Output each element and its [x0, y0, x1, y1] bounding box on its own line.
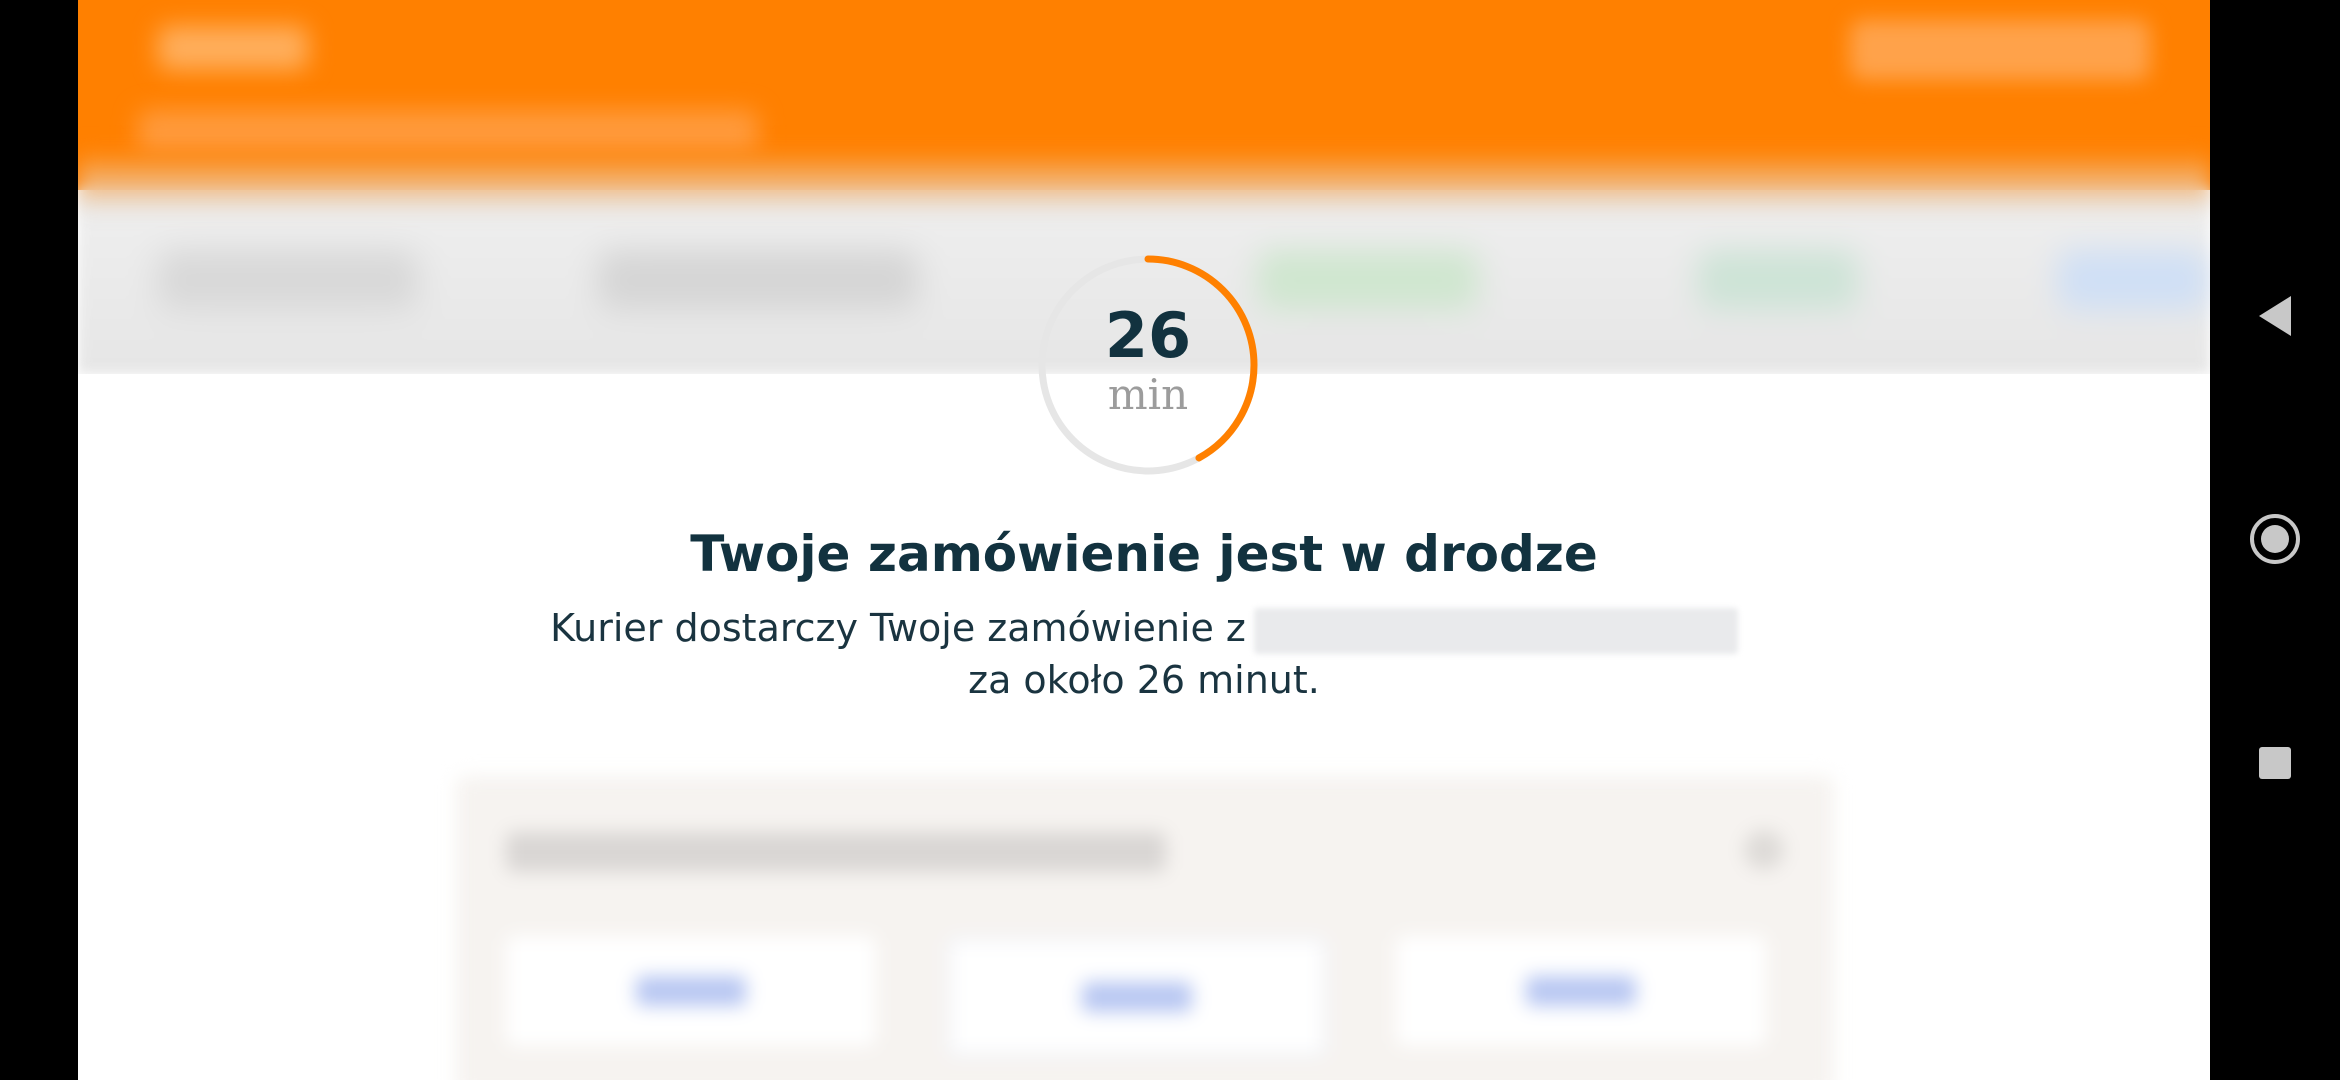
blurred-chip	[1698, 250, 1858, 310]
blur-fade	[78, 150, 2210, 210]
blurred-chip	[598, 250, 918, 310]
blurred-chip	[158, 250, 418, 310]
feedback-option-button[interactable]	[946, 936, 1328, 1058]
eta-timer: 26 min	[1036, 253, 1260, 477]
blurred-chip	[1258, 250, 1478, 310]
page-title: Twoje zamówienie jest w drodze	[690, 525, 1598, 583]
blurred-header-button	[1850, 20, 2150, 80]
screen: 26 min Twoje zamówienie jest w drodze Ku…	[0, 0, 2340, 1080]
order-tracking-page: 26 min Twoje zamówienie jest w drodze Ku…	[78, 0, 2210, 1080]
feedback-option-label	[636, 976, 746, 1006]
feedback-card-title	[506, 832, 1166, 872]
back-button[interactable]	[2210, 271, 2340, 361]
status-line-1: Kurier dostarczy Twoje zamówienie z	[78, 602, 2210, 654]
home-circle-icon	[2250, 514, 2300, 564]
recents-square-icon	[2259, 747, 2291, 779]
close-icon[interactable]	[1744, 830, 1784, 870]
feedback-option-label	[1082, 982, 1192, 1012]
blurred-chip	[2058, 250, 2208, 310]
back-triangle-icon	[2259, 296, 2291, 336]
eta-minutes: 26	[1104, 299, 1192, 372]
status-line-1-text: Kurier dostarczy Twoje zamówienie z	[550, 606, 1246, 650]
eta-unit: min	[1107, 370, 1189, 419]
feedback-option-button[interactable]	[1396, 936, 1766, 1046]
left-gutter	[0, 0, 78, 1080]
feedback-option-label	[1526, 976, 1636, 1006]
system-navigation-bar	[2210, 0, 2340, 1080]
home-button[interactable]	[2210, 494, 2340, 584]
order-status-description: Kurier dostarczy Twoje zamówienie z za o…	[78, 602, 2210, 706]
restaurant-name-redacted	[1253, 607, 1738, 654]
recents-button[interactable]	[2210, 718, 2340, 808]
blurred-logo	[158, 26, 308, 70]
status-line-2: za około 26 minut.	[968, 658, 1320, 702]
feedback-card	[456, 776, 1834, 1080]
feedback-option-button[interactable]	[506, 936, 876, 1046]
